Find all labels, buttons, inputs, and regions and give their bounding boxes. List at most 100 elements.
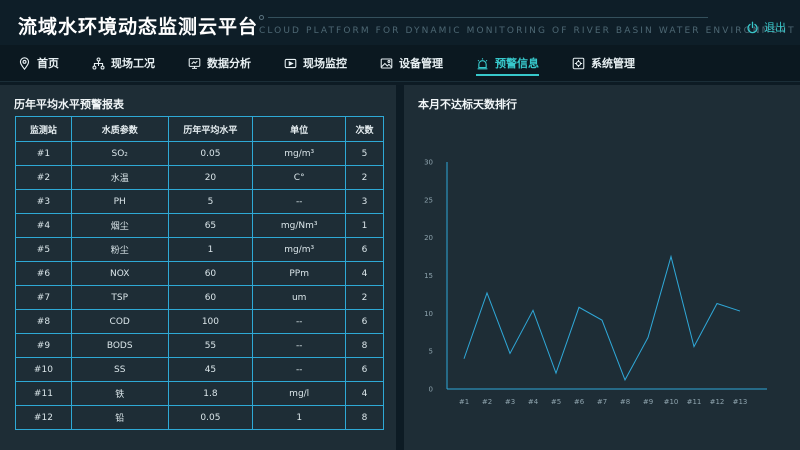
- x-tick-label: #13: [733, 398, 748, 406]
- station-cell: #1: [15, 141, 72, 166]
- station-cell: #4: [15, 213, 72, 238]
- x-tick-label: #6: [574, 398, 585, 406]
- nav-item-site-status[interactable]: 现场工况: [92, 45, 155, 82]
- unit-cell: mg/Nm³: [252, 213, 347, 238]
- nav-item-label: 预警信息: [495, 57, 539, 70]
- nav-item-label: 设备管理: [399, 57, 443, 70]
- table-row: #5 粉尘 1 mg/m³ 6: [15, 237, 384, 262]
- parameter-cell: 水温: [70, 165, 169, 190]
- logout-button[interactable]: 退出: [746, 19, 786, 35]
- x-tick-label: #1: [459, 398, 469, 406]
- table-row: #6 NOX 60 PPm 4: [15, 261, 384, 286]
- y-tick-label: 15: [424, 272, 433, 280]
- logout-label: 退出: [764, 21, 786, 34]
- title-decoration-line: [268, 17, 708, 18]
- parameter-cell: TSP: [70, 285, 169, 310]
- parameter-cell: 铁: [70, 381, 169, 406]
- station-cell: #7: [15, 285, 72, 310]
- app-subtitle: CLOUD PLATFORM FOR DYNAMIC MONITORING OF…: [259, 26, 796, 36]
- noncompliance-line-chart: 0 5 10 15 20 25 30 #1 #2 #3 #4 #5 #6 #7 #8 #9 #10 #11 #12 #…: [424, 159, 767, 406]
- nav-item-label: 现场监控: [303, 57, 347, 70]
- unit-cell: mg/m³: [252, 141, 347, 166]
- image-icon: [380, 58, 393, 68]
- parameter-cell: SS: [70, 357, 169, 382]
- x-tick-label: #7: [597, 398, 607, 406]
- table-row: #8 COD 100 -- 6: [15, 309, 384, 334]
- average-cell: 20: [167, 165, 254, 190]
- nav-item-system-management[interactable]: 系统管理: [572, 45, 635, 82]
- column-header: 历年平均水平: [167, 116, 254, 142]
- table-row: #3 PH 5 -- 3: [15, 189, 384, 214]
- unit-cell: --: [252, 357, 347, 382]
- y-tick-label: 10: [424, 310, 433, 318]
- unit-cell: --: [252, 189, 347, 214]
- unit-cell: PPm: [252, 261, 347, 286]
- average-cell: 55: [167, 333, 254, 358]
- unit-cell: mg/l: [252, 381, 347, 406]
- unit-cell: C°: [252, 165, 347, 190]
- y-tick-label: 5: [429, 348, 433, 356]
- x-tick-label: #9: [643, 398, 653, 406]
- table-row: #4 烟尘 65 mg/Nm³ 1: [15, 213, 384, 238]
- average-cell: 5: [167, 189, 254, 214]
- nav-item-data-analysis[interactable]: 数据分析: [188, 45, 251, 82]
- x-tick-label: #10: [664, 398, 679, 406]
- average-cell: 65: [167, 213, 254, 238]
- y-tick-label: 0: [429, 386, 433, 394]
- series-line: [463, 254, 741, 382]
- column-header: 监测站: [15, 116, 72, 142]
- title-decoration-dot: [259, 15, 264, 20]
- video-icon: [284, 58, 297, 68]
- count-cell: 6: [345, 237, 384, 262]
- station-cell: #5: [15, 237, 72, 262]
- nav-item-site-monitoring[interactable]: 现场监控: [284, 45, 347, 82]
- unit-cell: --: [252, 333, 347, 358]
- station-cell: #12: [15, 405, 72, 430]
- average-cell: 1: [167, 237, 254, 262]
- count-cell: 2: [345, 285, 384, 310]
- unit-cell: 1: [252, 405, 347, 430]
- count-cell: 2: [345, 165, 384, 190]
- table-row: #1 SO₂ 0.05 mg/m³ 5: [15, 141, 384, 166]
- average-cell: 0.05: [167, 405, 254, 430]
- nav-item-label: 首页: [37, 57, 59, 70]
- average-cell: 0.05: [167, 141, 254, 166]
- average-cell: 100: [167, 309, 254, 334]
- nav-item-label: 数据分析: [207, 57, 251, 70]
- alert-report-panel: 历年平均水平预警报表 监测站 水质参数 历年平均水平 单位 次数 #1 SO₂ 0.…: [0, 85, 396, 450]
- parameter-cell: 烟尘: [70, 213, 169, 238]
- nav-item-label: 现场工况: [111, 57, 155, 70]
- main-nav: 首页 现场工况 数据分析 现场监控 设备管理 预警信息 系统管理: [0, 45, 800, 82]
- column-header: 次数: [345, 116, 384, 142]
- station-cell: #2: [15, 165, 72, 190]
- settings-box-icon: [572, 57, 585, 69]
- nav-item-device-management[interactable]: 设备管理: [380, 45, 443, 82]
- count-cell: 8: [345, 405, 384, 430]
- app-title: 流域水环境动态监测云平台: [18, 16, 259, 38]
- unit-cell: mg/m³: [252, 237, 347, 262]
- table-row: #12 铅 0.05 1 8: [15, 405, 384, 430]
- count-cell: 4: [345, 261, 384, 286]
- sitemap-icon: [92, 56, 105, 70]
- x-tick-label: #11: [687, 398, 702, 406]
- table-row: #11 铁 1.8 mg/l 4: [15, 381, 384, 406]
- table-header-row: 监测站 水质参数 历年平均水平 单位 次数: [15, 116, 384, 142]
- x-tick-label: #12: [710, 398, 725, 406]
- station-cell: #6: [15, 261, 72, 286]
- column-header: 单位: [252, 116, 347, 142]
- count-cell: 1: [345, 213, 384, 238]
- column-header: 水质参数: [70, 116, 169, 142]
- parameter-cell: BODS: [70, 333, 169, 358]
- nav-item-alert-info[interactable]: 预警信息: [476, 45, 539, 82]
- noncompliance-ranking-panel: 本月不达标天数排行 0 5 10 15 20 25 30 #1 #2 #3 #4 #5 #6 #7 #8 #9…: [404, 85, 800, 450]
- y-tick-label: 25: [424, 196, 433, 204]
- parameter-cell: NOX: [70, 261, 169, 286]
- count-cell: 4: [345, 381, 384, 406]
- average-cell: 60: [167, 285, 254, 310]
- x-tick-label: #5: [551, 398, 561, 406]
- parameter-cell: SO₂: [70, 141, 169, 166]
- nav-item-home[interactable]: 首页: [18, 45, 59, 82]
- station-cell: #11: [15, 381, 72, 406]
- average-cell: 45: [167, 357, 254, 382]
- panel-title: 历年平均水平预警报表: [14, 98, 124, 111]
